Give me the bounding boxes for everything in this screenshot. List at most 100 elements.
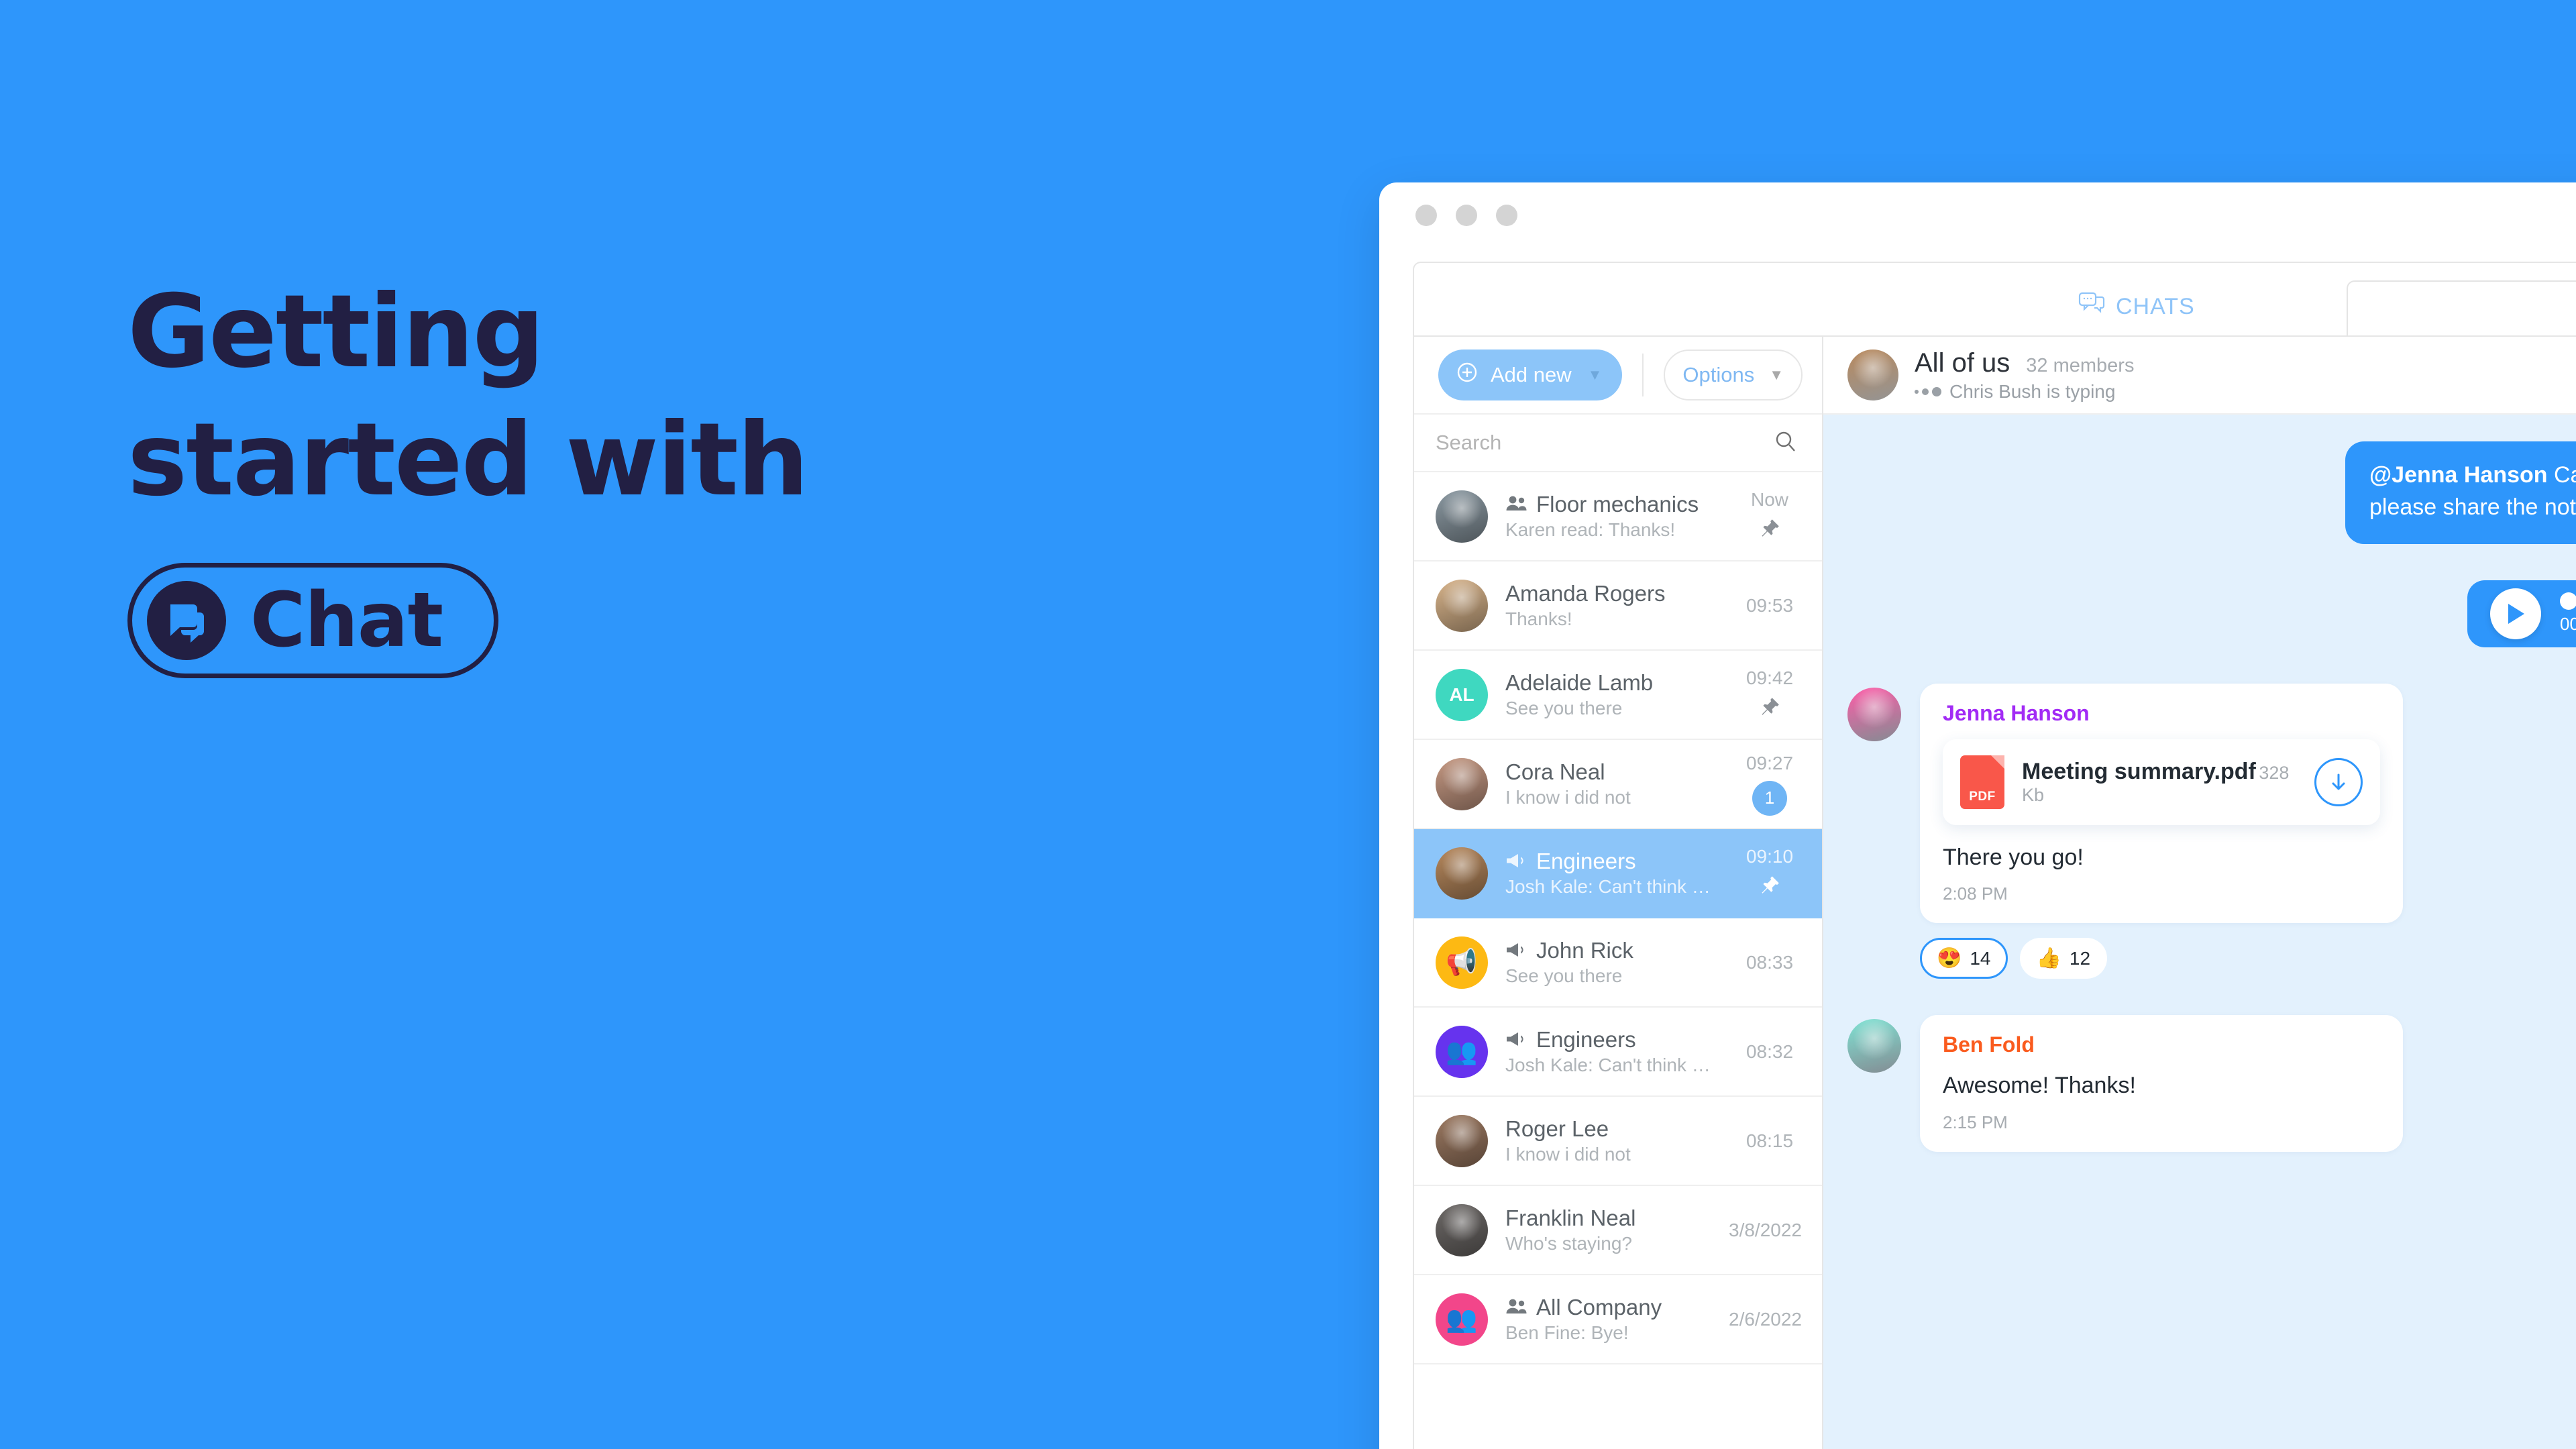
message-text: There you go! — [1943, 844, 2084, 870]
avatar — [1436, 847, 1488, 900]
chat-item-preview: Josh Kale: Can't think of any — [1505, 1054, 1720, 1075]
chat-item-meta: 09:10 — [1737, 846, 1802, 900]
tab-chats[interactable]: CHATS — [2078, 292, 2195, 337]
chat-item-title: Floor mechanics — [1505, 490, 1720, 518]
chat-item-preview: I know i did not — [1505, 1143, 1631, 1165]
tab-chats-label: CHATS — [2116, 294, 2195, 319]
reaction-chip[interactable]: 😍 14 — [1920, 938, 2008, 979]
chat-list-item-engineers[interactable]: Engineers Josh Kale: Can't think of any 09… — [1414, 829, 1822, 918]
message-timestamp: 2:15 PM — [1943, 1112, 2008, 1133]
chat-item-meta: 08:33 — [1737, 952, 1802, 973]
avatar[interactable] — [1847, 1019, 1901, 1073]
chat-item-name: Cora Neal — [1505, 759, 1605, 784]
reaction-count: 12 — [2069, 947, 2091, 969]
play-icon[interactable] — [2490, 588, 2541, 639]
chat-list-item-cora-neal[interactable]: Cora Neal I know i did not 09:27 1 — [1414, 740, 1822, 829]
chat-list-item-adelaide-lamb[interactable]: AL Adelaide Lamb See you there 09:42 — [1414, 651, 1822, 740]
message-bubble-outgoing[interactable]: @Jenna Hanson Can you please share the n… — [2345, 441, 2576, 544]
message-row-voice: 00 — [1823, 580, 2576, 647]
conversation-panel: All of us 32 members Chris Bush is typin… — [1823, 337, 2576, 1449]
chat-item-time: 2/6/2022 — [1729, 1308, 1802, 1330]
chat-list-item-floor-mechanics[interactable]: Floor mechanics Karen read: Thanks! Now — [1414, 472, 1822, 561]
message-row-incoming: Ben Fold Awesome! Thanks! 2:15 PM — [1823, 1015, 2576, 1152]
avatar[interactable] — [1847, 350, 1898, 400]
megaphone-icon — [1505, 941, 1528, 959]
voice-progress-track[interactable]: 00 — [2560, 592, 2576, 635]
group-icon — [1505, 495, 1528, 513]
chevron-down-icon: ▼ — [1587, 366, 1603, 383]
chat-logo-icon — [147, 581, 226, 660]
chat-list-item-franklin-neal[interactable]: Franklin Neal Who's staying? 3/8/2022 — [1414, 1186, 1822, 1275]
chat-item-name: Franklin Neal — [1505, 1205, 1636, 1230]
chat-item-title: Franklin Neal — [1505, 1204, 1711, 1232]
chat-item-title: John Rick — [1505, 936, 1720, 964]
reaction-chip[interactable]: 👍 12 — [2019, 938, 2108, 979]
voice-progress-knob[interactable] — [2560, 592, 2576, 610]
avatar: 👥 — [1436, 1025, 1488, 1078]
message-text: Awesome! Thanks! — [1943, 1073, 2136, 1099]
chat-item-time: 3/8/2022 — [1729, 1219, 1802, 1240]
chat-item-title: Roger Lee — [1505, 1115, 1720, 1142]
close-dot-icon[interactable] — [1415, 205, 1437, 226]
search-input[interactable] — [1436, 431, 1774, 455]
pin-icon[interactable] — [1758, 696, 1781, 722]
group-icon — [1505, 1298, 1528, 1316]
chat-item-preview: Ben Fine: Bye! — [1505, 1322, 1629, 1343]
download-arrow-icon[interactable] — [2314, 757, 2363, 806]
megaphone-icon — [1505, 1030, 1528, 1048]
chat-badge-label: Chat — [250, 577, 443, 664]
chat-item-time: Now — [1750, 489, 1788, 510]
chat-item-preview: Karen read: Thanks! — [1505, 519, 1676, 540]
chat-item-time: 09:27 — [1746, 752, 1794, 773]
chat-list-item-all-company[interactable]: 👥 All Company Ben Fine: Bye! 2/6/2022 — [1414, 1275, 1822, 1364]
chat-list-panel: Add new ▼ Options ▼ Search Floor mechani… — [1414, 337, 1823, 1449]
reaction-count: 14 — [1970, 947, 1991, 969]
chat-list-item-roger-lee[interactable]: Roger Lee I know i did not 08:15 — [1414, 1097, 1822, 1186]
message-bubble-incoming[interactable]: Ben Fold Awesome! Thanks! 2:15 PM — [1920, 1015, 2403, 1152]
avatar — [1436, 490, 1488, 543]
chevron-down-icon: ▼ — [1769, 366, 1784, 383]
toolbar-divider — [1642, 354, 1644, 396]
chat-list-toolbar: Add new ▼ Options ▼ — [1414, 337, 1822, 415]
chat-item-title: Cora Neal — [1505, 758, 1720, 786]
reaction-bar: 😍 14 👍 12 — [1920, 938, 2576, 979]
message-row-incoming: Jenna Hanson PDF Meeting summary.pdf 328… — [1823, 683, 2576, 979]
chat-item-preview: Thanks! — [1505, 608, 1572, 629]
pin-icon[interactable] — [1758, 517, 1781, 543]
avatar[interactable] — [1847, 687, 1901, 741]
message-thread: @Jenna Hanson Can you please share the n… — [1823, 415, 2576, 1449]
mention-token: @Jenna Hanson — [2369, 462, 2548, 488]
chat-item-title: Amanda Rogers — [1505, 580, 1720, 607]
chat-list-item-amanda-rogers[interactable]: Amanda Rogers Thanks! 09:53 — [1414, 561, 1822, 651]
minimize-dot-icon[interactable] — [1456, 205, 1477, 226]
voice-message-bubble[interactable]: 00 — [2467, 580, 2576, 647]
search-icon[interactable] — [1774, 429, 1798, 457]
chat-item-name: Roger Lee — [1505, 1116, 1609, 1141]
options-button[interactable]: Options ▼ — [1664, 350, 1803, 400]
sender-name: Ben Fold — [1943, 1032, 2035, 1057]
pin-icon[interactable] — [1758, 874, 1781, 900]
chat-list-item-john-rick[interactable]: 📢 John Rick See you there 08:33 — [1414, 918, 1822, 1008]
file-attachment-card[interactable]: PDF Meeting summary.pdf 328 Kb — [1943, 739, 2380, 825]
options-label: Options — [1682, 363, 1755, 386]
app-window: CHATS Add new ▼ Options ▼ Search Floor m… — [1379, 182, 2576, 1449]
add-new-button[interactable]: Add new ▼ — [1438, 350, 1623, 400]
reaction-emoji: 😍 — [1937, 947, 1962, 970]
chat-item-name: All Company — [1536, 1294, 1662, 1320]
avatar — [1436, 1114, 1488, 1167]
message-timestamp: 2:08 PM — [1943, 883, 2008, 904]
maximize-dot-icon[interactable] — [1496, 205, 1517, 226]
chat-item-meta: 09:27 1 — [1737, 753, 1802, 816]
chat-item-title: All Company — [1505, 1293, 1711, 1321]
chat-item-title: Engineers — [1505, 1026, 1720, 1053]
message-bubble-incoming[interactable]: Jenna Hanson PDF Meeting summary.pdf 328… — [1920, 683, 2403, 924]
chat-item-name: Amanda Rogers — [1505, 580, 1666, 606]
tab-secondary[interactable] — [2347, 280, 2576, 337]
chat-item-name: Engineers — [1536, 848, 1636, 873]
conversation-header: All of us 32 members Chris Bush is typin… — [1823, 337, 2576, 415]
avatar — [1436, 757, 1488, 810]
chat-item-name: John Rick — [1536, 937, 1633, 963]
search-row — [1414, 415, 1822, 472]
chat-item-meta: 08:32 — [1737, 1041, 1802, 1063]
chat-list-item-engineers[interactable]: 👥 Engineers Josh Kale: Can't think of any 0… — [1414, 1008, 1822, 1097]
